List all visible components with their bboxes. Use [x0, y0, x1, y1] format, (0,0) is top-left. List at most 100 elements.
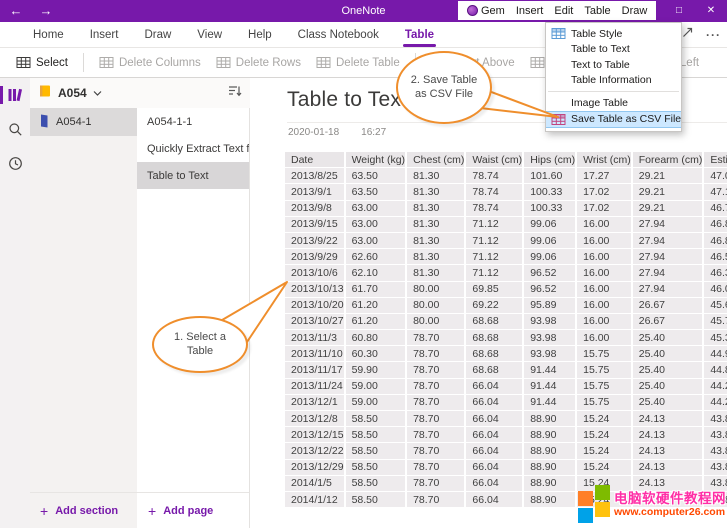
- table-cell[interactable]: 78.70: [407, 346, 466, 362]
- table-cell[interactable]: 25.40: [633, 346, 705, 362]
- tab-class-notebook[interactable]: Class Notebook: [285, 22, 392, 47]
- table-cell[interactable]: 17.02: [577, 184, 633, 200]
- table-cell[interactable]: 78.70: [407, 379, 466, 395]
- gem-menu-table[interactable]: Table: [584, 5, 610, 17]
- table-cell[interactable]: 2013/12/8: [285, 411, 346, 427]
- table-cell[interactable]: 2013/9/1: [285, 184, 346, 200]
- table-cell[interactable]: 99.06: [524, 233, 577, 249]
- table-cell[interactable]: 27.94: [633, 217, 705, 233]
- watermark-url[interactable]: www.computer26.com: [614, 507, 726, 518]
- table-cell[interactable]: 59.00: [346, 395, 408, 411]
- table-cell[interactable]: 27.94: [633, 249, 705, 265]
- page-item-quickly-extract-text-f[interactable]: Quickly Extract Text f...: [137, 135, 249, 162]
- table-cell[interactable]: 69.22: [466, 298, 524, 314]
- tab-insert[interactable]: Insert: [77, 22, 132, 47]
- table-cell[interactable]: 93.98: [524, 346, 577, 362]
- table-cell[interactable]: 46.76: [704, 201, 727, 217]
- table-cell[interactable]: 78.70: [407, 460, 466, 476]
- tab-view[interactable]: View: [184, 22, 235, 47]
- tab-home[interactable]: Home: [20, 22, 77, 47]
- table-cell[interactable]: 43.83: [704, 443, 727, 459]
- column-header-hips-cm[interactable]: Hips (cm): [524, 152, 577, 168]
- table-cell[interactable]: 17.02: [577, 201, 633, 217]
- table-cell[interactable]: 99.06: [524, 217, 577, 233]
- table-cell[interactable]: 44.21: [704, 395, 727, 411]
- table-cell[interactable]: 78.70: [407, 411, 466, 427]
- table-cell[interactable]: 69.85: [466, 282, 524, 298]
- table-cell[interactable]: 66.04: [466, 427, 524, 443]
- notebooks-icon[interactable]: [0, 78, 30, 112]
- gem-menu-draw[interactable]: Draw: [622, 5, 648, 17]
- gem-menu-edit[interactable]: Edit: [554, 5, 573, 17]
- table-cell[interactable]: 29.21: [633, 168, 705, 184]
- search-icon[interactable]: [0, 112, 30, 146]
- table-cell[interactable]: 100.33: [524, 184, 577, 200]
- table-cell[interactable]: 66.04: [466, 492, 524, 508]
- menu-item-text-to-table[interactable]: Text to Table: [546, 57, 681, 73]
- table-cell[interactable]: 16.00: [577, 330, 633, 346]
- table-cell[interactable]: 66.04: [466, 411, 524, 427]
- table-cell[interactable]: 59.90: [346, 362, 408, 378]
- tab-help[interactable]: Help: [235, 22, 285, 47]
- table-cell[interactable]: 15.24: [577, 411, 633, 427]
- column-header-date[interactable]: Date: [285, 152, 346, 168]
- table-cell[interactable]: 93.98: [524, 330, 577, 346]
- measurement-table[interactable]: DateWeight (kg)Chest (cm)Waist (cm)Hips …: [285, 152, 727, 508]
- table-cell[interactable]: 88.90: [524, 443, 577, 459]
- maximize-button[interactable]: □: [663, 0, 695, 22]
- table-cell[interactable]: 58.50: [346, 460, 408, 476]
- table-cell[interactable]: 25.40: [633, 395, 705, 411]
- table-cell[interactable]: 2014/1/5: [285, 476, 346, 492]
- notebook-header[interactable]: A054: [30, 78, 250, 108]
- table-cell[interactable]: 88.90: [524, 476, 577, 492]
- table-cell[interactable]: 61.20: [346, 298, 408, 314]
- table-cell[interactable]: 46.87: [704, 233, 727, 249]
- table-cell[interactable]: 46.07: [704, 282, 727, 298]
- page-item-table-to-text[interactable]: Table to Text: [137, 162, 249, 189]
- recent-icon[interactable]: [0, 146, 30, 180]
- table-cell[interactable]: 71.12: [466, 249, 524, 265]
- column-header-wrist-cm[interactable]: Wrist (cm): [577, 152, 633, 168]
- table-cell[interactable]: 26.67: [633, 314, 705, 330]
- column-header-waist-cm[interactable]: Waist (cm): [466, 152, 524, 168]
- close-button[interactable]: ✕: [695, 0, 727, 22]
- table-cell[interactable]: 25.40: [633, 330, 705, 346]
- add-section-button[interactable]: + Add section: [30, 492, 137, 528]
- table-cell[interactable]: 99.06: [524, 249, 577, 265]
- table-cell[interactable]: 24.13: [633, 443, 705, 459]
- menu-item-table-information[interactable]: Table Information: [546, 73, 681, 89]
- table-cell[interactable]: 59.00: [346, 379, 408, 395]
- table-cell[interactable]: 16.00: [577, 249, 633, 265]
- table-cell[interactable]: 61.20: [346, 314, 408, 330]
- table-cell[interactable]: 43.83: [704, 460, 727, 476]
- table-cell[interactable]: 80.00: [407, 314, 466, 330]
- table-cell[interactable]: 25.40: [633, 362, 705, 378]
- table-cell[interactable]: 43.83: [704, 411, 727, 427]
- table-cell[interactable]: 2013/9/15: [285, 217, 346, 233]
- table-cell[interactable]: 44.98: [704, 346, 727, 362]
- table-cell[interactable]: 44.80: [704, 362, 727, 378]
- table-cell[interactable]: 15.24: [577, 460, 633, 476]
- table-cell[interactable]: 78.70: [407, 476, 466, 492]
- table-cell[interactable]: 27.94: [633, 282, 705, 298]
- sort-icon[interactable]: [228, 84, 242, 102]
- page-item-a054-1-1[interactable]: A054-1-1: [137, 108, 249, 135]
- table-cell[interactable]: 47.08: [704, 168, 727, 184]
- table-cell[interactable]: 78.74: [466, 184, 524, 200]
- table-cell[interactable]: 16.00: [577, 233, 633, 249]
- table-cell[interactable]: 46.58: [704, 249, 727, 265]
- table-cell[interactable]: 68.68: [466, 362, 524, 378]
- table-cell[interactable]: 71.12: [466, 265, 524, 281]
- table-cell[interactable]: 78.70: [407, 443, 466, 459]
- select-button[interactable]: Select: [16, 56, 68, 69]
- table-cell[interactable]: 81.30: [407, 201, 466, 217]
- table-cell[interactable]: 81.30: [407, 265, 466, 281]
- page-canvas[interactable]: Table to Text 2020-01-18 16:27 DateWeigh…: [250, 78, 727, 528]
- table-cell[interactable]: 58.50: [346, 492, 408, 508]
- table-cell[interactable]: 66.04: [466, 379, 524, 395]
- table-cell[interactable]: 46.32: [704, 265, 727, 281]
- table-cell[interactable]: 2013/11/24: [285, 379, 346, 395]
- table-cell[interactable]: 24.13: [633, 460, 705, 476]
- table-cell[interactable]: 62.60: [346, 249, 408, 265]
- table-cell[interactable]: 78.70: [407, 362, 466, 378]
